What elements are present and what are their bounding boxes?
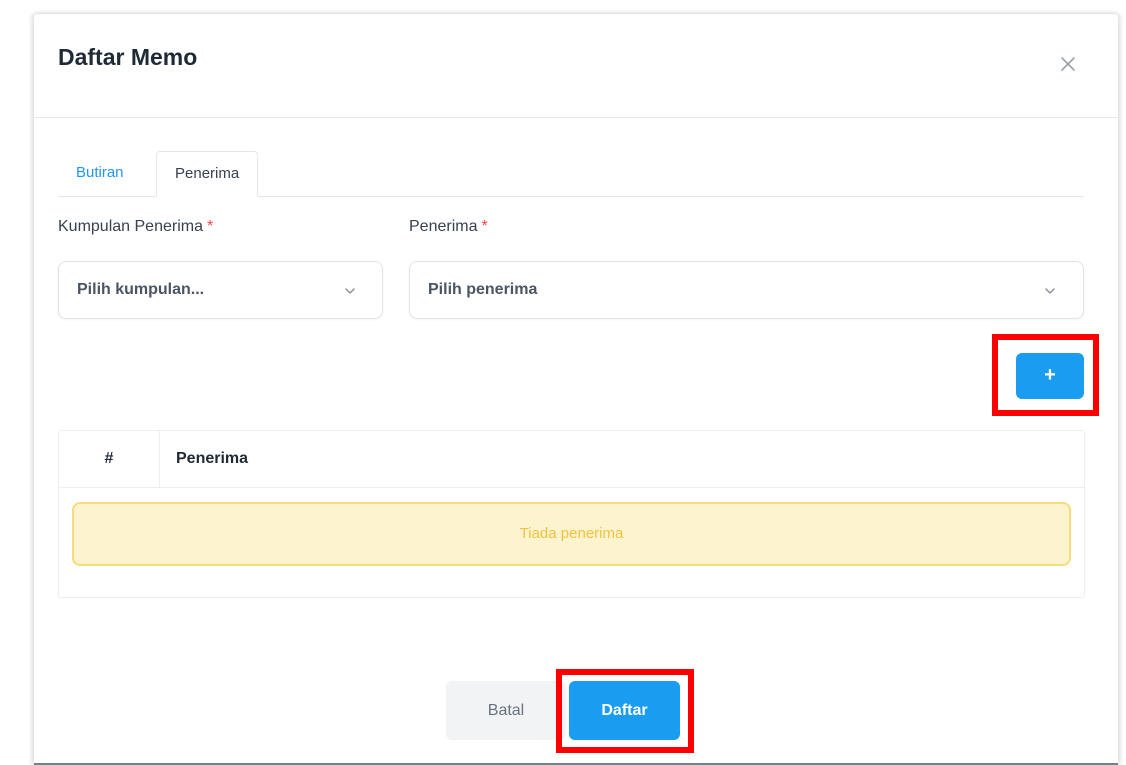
recipients-table: # Penerima Tiada penerima	[58, 430, 1085, 598]
column-header-recipient: Penerima	[176, 450, 249, 467]
group-select-value: Pilih kumpulan...	[77, 281, 205, 298]
memo-modal: Daftar Memo Butiran Penerima Kumpulan Pe…	[34, 14, 1118, 765]
column-header-number: #	[59, 431, 160, 487]
tab-bar: Butiran Penerima	[58, 151, 1084, 197]
chevron-down-icon	[1043, 284, 1057, 298]
required-mark: *	[206, 218, 214, 235]
header-divider	[34, 117, 1118, 118]
group-select[interactable]: Pilih kumpulan...	[58, 261, 383, 319]
chevron-down-icon	[343, 284, 357, 298]
group-field-label: Kumpulan Penerima *	[58, 218, 213, 236]
empty-recipients-alert: Tiada penerima	[72, 502, 1071, 566]
submit-button[interactable]: Daftar	[569, 681, 680, 740]
recipient-select-value: Pilih penerima	[428, 281, 538, 298]
add-recipient-button[interactable]: +	[1016, 353, 1084, 399]
tab-butiran[interactable]: Butiran	[58, 151, 142, 196]
recipient-field-label: Penerima *	[409, 218, 488, 236]
recipient-label-text: Penerima	[409, 218, 478, 235]
close-icon[interactable]	[1056, 52, 1080, 76]
recipient-select[interactable]: Pilih penerima	[409, 261, 1084, 319]
group-label-text: Kumpulan Penerima	[58, 218, 203, 235]
required-mark: *	[481, 218, 488, 235]
modal-title: Daftar Memo	[58, 44, 198, 70]
table-header-divider	[59, 487, 1084, 488]
tab-penerima[interactable]: Penerima	[156, 151, 259, 197]
cancel-button[interactable]: Batal	[446, 681, 566, 740]
